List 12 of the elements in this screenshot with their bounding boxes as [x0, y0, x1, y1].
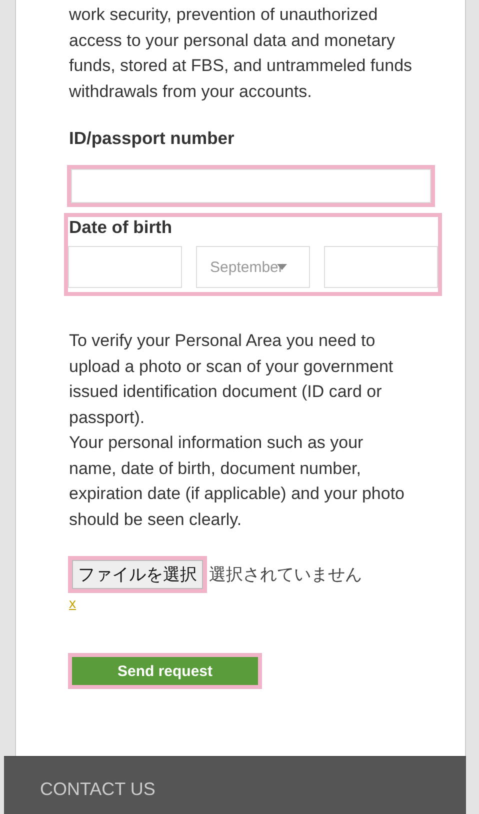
- intro-paragraph: work security, prevention of unauthorized access to your personal data and monetary funds, stored at FBS, and untrammeled funds withdrawals from your accounts.: [69, 4, 414, 102]
- instruction-paragraph: Your personal information such as your name, date of birth, document number, expiration date (if applicable) and your photo should be seen clearly.: [69, 432, 406, 530]
- field-label: Date of birth: [68, 217, 174, 238]
- instruction-paragraph: To verify your Personal Area you need to upload a photo or scan of your government issued identification document (ID card or passport).: [69, 330, 394, 428]
- month-dropdown[interactable]: September: [196, 246, 310, 288]
- day-input-field[interactable]: [68, 246, 182, 288]
- footer-heading: CONTACT US: [40, 779, 156, 800]
- remove-file-link[interactable]: x: [69, 595, 76, 611]
- send-request-button[interactable]: Send request: [72, 657, 258, 685]
- file-status-text: 選択されていません: [209, 564, 362, 586]
- year-input-field[interactable]: [324, 246, 438, 288]
- field-label: ID/passport number: [69, 128, 236, 149]
